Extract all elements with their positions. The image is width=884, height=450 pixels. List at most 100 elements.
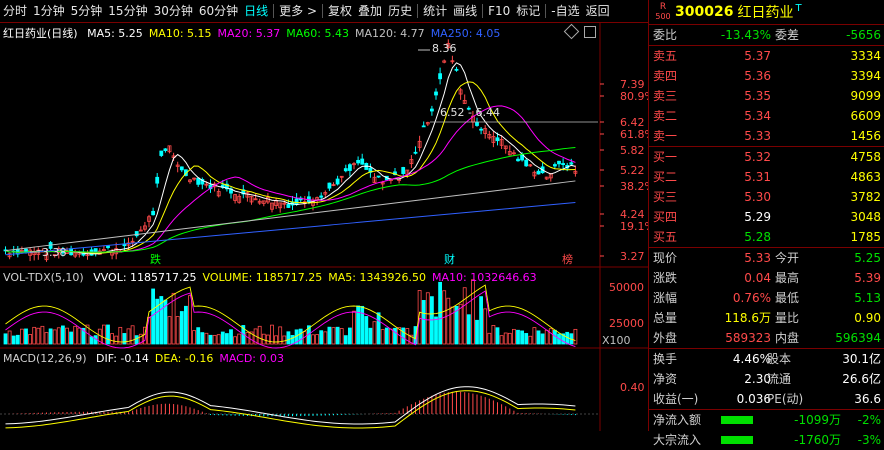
- r-badge-bottom: 500: [655, 12, 671, 21]
- flow-value: -1760万: [794, 433, 841, 447]
- ma-legend-item-2: MA20: 5.37: [217, 27, 281, 40]
- toolbar-item-0[interactable]: 分时: [0, 0, 30, 22]
- candle-body: [413, 151, 418, 154]
- ma-legend-item-0: MA5: 5.25: [87, 27, 143, 40]
- volume-bar: [425, 292, 430, 345]
- ma5-line: [5, 62, 576, 255]
- bid-label: 买二: [653, 170, 678, 184]
- volume-bar: [319, 330, 324, 345]
- candle-body: [516, 158, 520, 162]
- toolbar-divider: [417, 4, 419, 18]
- toolbar-item-6[interactable]: 日线: [241, 0, 271, 22]
- ask-price: 5.35: [744, 89, 771, 103]
- volume-bar: [106, 324, 110, 345]
- volume-bar: [134, 335, 139, 345]
- toolbar-item-8[interactable]: 复权: [325, 0, 355, 22]
- toolbar-item-1[interactable]: 1分钟: [30, 0, 68, 22]
- stat2-label: 换手: [653, 352, 678, 366]
- kline-chart[interactable]: 7.3980.9%6.4261.8%5.825.2238.2%4.2419.1%…: [0, 22, 648, 431]
- ask-label: 卖五: [653, 49, 678, 63]
- stock-code: 300026: [675, 4, 734, 20]
- candle-body: [343, 168, 348, 172]
- volume-bar: [274, 335, 279, 345]
- toolbar-item-11[interactable]: 统计: [420, 0, 450, 22]
- candle-body: [401, 167, 406, 174]
- stat2-label: 收益(一): [653, 392, 699, 406]
- bid-volume: 3048: [850, 210, 881, 224]
- candle-body: [327, 182, 332, 189]
- stat-value: 5.13: [854, 291, 881, 305]
- candle-body: [429, 108, 434, 112]
- toolbar-item-2[interactable]: 5分钟: [68, 0, 106, 22]
- ma250-line: [5, 202, 576, 256]
- stat-value: 118.6万: [724, 311, 771, 325]
- volume-bar: [229, 329, 233, 345]
- ask-volume: 3394: [850, 69, 881, 83]
- vol-unit-label: X100: [602, 334, 631, 347]
- stat-value: 0.04: [744, 271, 771, 285]
- toolbar-item-10[interactable]: 历史: [385, 0, 415, 22]
- ask-label: 卖一: [653, 129, 678, 143]
- candle-body: [475, 122, 479, 126]
- toolbar-item-12[interactable]: 画线: [450, 0, 480, 22]
- ma-legend-item-1: MA10: 5.15: [148, 27, 212, 40]
- period-toolbar: 分时 1分钟 5分钟 15分钟 30分钟 60分钟 日线 更多 > 复权 叠加 历史 统计 画线 F10 标…: [0, 0, 648, 23]
- toolbar-item-15[interactable]: -自选: [548, 0, 582, 22]
- toolbar-item-3[interactable]: 15分钟: [105, 0, 150, 22]
- volume-bar: [216, 334, 221, 345]
- volume-bar: [77, 327, 82, 345]
- candle-body: [569, 162, 574, 165]
- stat-label: 内盘: [775, 331, 800, 345]
- volume-bar: [339, 328, 344, 345]
- toolbar-item-4[interactable]: 30分钟: [151, 0, 196, 22]
- toolbar-item-14[interactable]: 标记: [513, 0, 543, 22]
- candle-body: [179, 166, 184, 171]
- volume-bar: [188, 295, 192, 345]
- toolbar-item-16[interactable]: 返回: [583, 0, 613, 22]
- volume-bar: [360, 305, 365, 345]
- bid-row-1: 买二 5.31 4863: [649, 167, 884, 187]
- flow-bar: [721, 436, 753, 444]
- stat-row-3: 总量 118.6万 量比 0.90: [649, 308, 884, 328]
- ask-volume: 6609: [850, 109, 881, 123]
- volume-bar: [446, 297, 451, 345]
- volume-bar: [470, 279, 475, 345]
- ma-legend-item-4: MA120: 4.77: [354, 27, 425, 40]
- weicha-label: 委差: [775, 28, 800, 42]
- stat-row-1: 涨跌 0.04 最高 5.39: [649, 268, 884, 288]
- volume-bar: [479, 296, 484, 345]
- toolbar-item-9[interactable]: 叠加: [355, 0, 385, 22]
- stat2-value: 26.6亿: [842, 372, 881, 386]
- chart-area[interactable]: 7.3980.9%6.4261.8%5.825.2238.2%4.2419.1%…: [0, 22, 648, 431]
- toolbar-item-5[interactable]: 60分钟: [196, 0, 241, 22]
- toolbar-item-13[interactable]: F10: [485, 0, 513, 22]
- stat2-row-0: 换手 4.46% 股本 30.1亿: [649, 349, 884, 369]
- bid-row-3: 买四 5.29 3048: [649, 207, 884, 227]
- toolbar-item-7[interactable]: 更多 >: [276, 0, 320, 22]
- candle-body: [495, 137, 500, 142]
- volume-bar: [532, 327, 537, 345]
- webi-value: -13.43%: [720, 28, 771, 42]
- volume-bar: [421, 300, 426, 345]
- volume-bar: [335, 326, 340, 345]
- vol-axis-label: 25000: [609, 317, 644, 330]
- bid-price: 5.29: [744, 210, 771, 224]
- volume-bar: [151, 288, 156, 345]
- bid-price: 5.30: [744, 190, 771, 204]
- candle-body: [479, 128, 484, 131]
- volume-bar: [282, 335, 287, 345]
- window-box-icon[interactable]: [584, 26, 596, 38]
- volume-bar: [462, 287, 467, 345]
- volume-bar: [257, 325, 262, 345]
- stat-row-0: 现价 5.33 今开 5.25: [649, 248, 884, 268]
- volume-bar: [487, 332, 492, 345]
- stat-label: 量比: [775, 311, 800, 325]
- event-cai: 财: [444, 252, 455, 266]
- low-label: 3.38: [42, 246, 67, 259]
- stat-label: 现价: [653, 251, 678, 265]
- ask-price: 5.37: [744, 49, 771, 63]
- toolbar-divider: [482, 4, 484, 18]
- volume-bar: [89, 336, 94, 345]
- price-axis-label: 5.82: [620, 144, 645, 157]
- volume-bar: [204, 332, 209, 345]
